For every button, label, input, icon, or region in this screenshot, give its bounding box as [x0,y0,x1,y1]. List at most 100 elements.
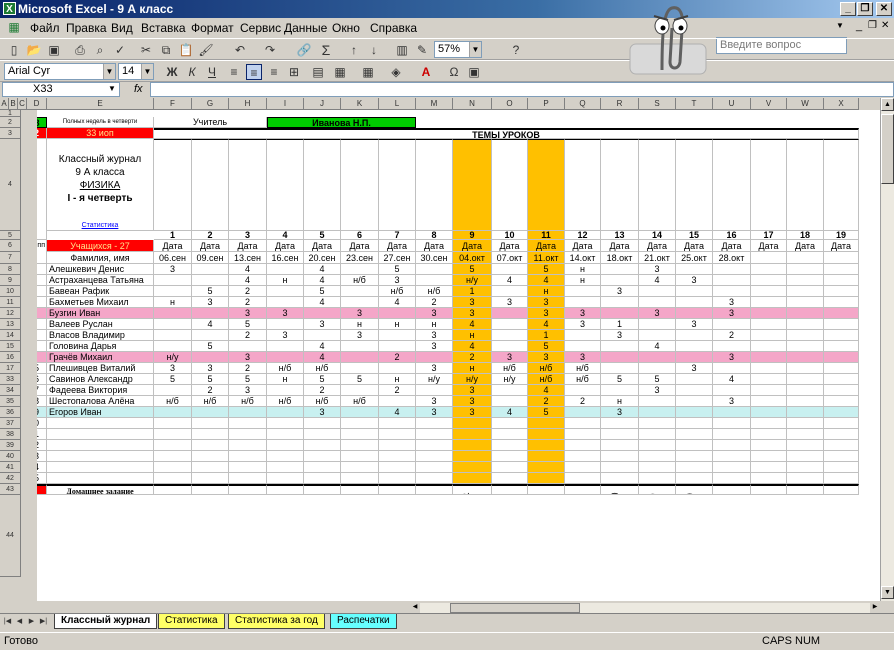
sheet-area[interactable]: 8Полных недель в четвертиУчительИванова … [37,110,880,601]
mark-cell[interactable]: н/б [565,374,601,385]
mark-cell[interactable]: 4 [492,407,528,418]
mark-cell[interactable]: 4 [379,297,416,308]
mark-cell[interactable]: 4 [229,275,267,286]
mark-cell[interactable] [379,363,416,374]
mark-cell[interactable]: н/б [341,396,379,407]
mark-cell[interactable]: 4 [639,275,676,286]
student-name[interactable] [47,473,154,484]
mark-cell[interactable] [676,330,713,341]
mark-cell[interactable] [787,462,824,473]
mark-cell[interactable] [713,319,751,330]
mark-cell[interactable] [154,462,192,473]
mark-cell[interactable]: 3 [453,297,492,308]
mark-cell[interactable]: 4 [453,341,492,352]
mark-cell[interactable] [379,308,416,319]
mark-cell[interactable]: 2 [565,396,601,407]
mark-cell[interactable] [676,297,713,308]
mark-cell[interactable] [787,352,824,363]
help-icon[interactable]: ? [508,42,524,58]
lesson-date[interactable]: 18.окт [601,252,639,264]
mark-cell[interactable]: н/б [341,275,379,286]
mark-cell[interactable] [713,407,751,418]
vertical-scroll-thumb[interactable] [881,114,894,184]
mark-cell[interactable] [154,385,192,396]
currency-icon[interactable]: ▤ [310,64,326,80]
mark-cell[interactable] [267,385,304,396]
row-header-11[interactable]: 11 [0,297,21,308]
mark-cell[interactable] [492,418,528,429]
column-header-D[interactable]: D [27,98,47,110]
mark-cell[interactable] [192,473,229,484]
mark-cell[interactable] [751,473,787,484]
mark-cell[interactable]: 3 [154,363,192,374]
align-center-icon[interactable]: ≡ [246,64,262,80]
font-name-dropdown-icon[interactable]: ▼ [103,64,115,79]
row-header-12[interactable]: 12 [0,308,21,319]
mark-cell[interactable] [824,374,859,385]
date-label[interactable]: Дата [416,240,453,252]
mark-cell[interactable]: н/б [304,363,341,374]
mark-cell[interactable]: 3 [601,407,639,418]
mark-cell[interactable]: 3 [528,352,565,363]
name-label[interactable]: Фамилия, имя [47,252,154,264]
mark-cell[interactable]: 5 [229,319,267,330]
mark-cell[interactable] [416,462,453,473]
mark-cell[interactable] [192,275,229,286]
mark-cell[interactable] [565,418,601,429]
mark-cell[interactable] [267,297,304,308]
mark-cell[interactable] [267,352,304,363]
mark-cell[interactable] [341,297,379,308]
mark-cell[interactable] [824,385,859,396]
homework-cell[interactable] [713,484,751,495]
mark-cell[interactable]: 3 [492,297,528,308]
mark-cell[interactable]: н/у [416,374,453,385]
mark-cell[interactable] [787,297,824,308]
column-header-I[interactable]: I [267,98,304,110]
column-header-R[interactable]: R [601,98,639,110]
homework-cell[interactable]: §11, Упр.11 (1,2) [601,484,639,495]
mark-cell[interactable] [379,451,416,462]
mark-cell[interactable]: н/у [453,275,492,286]
lesson-number[interactable]: 2 [192,231,229,240]
mark-cell[interactable] [267,286,304,297]
lesson-date[interactable]: 13.сен [229,252,267,264]
merge-center-icon[interactable]: ⊞ [286,64,302,80]
student-number[interactable]: 4 [37,297,47,308]
column-header-T[interactable]: T [676,98,713,110]
mark-cell[interactable]: 3 [304,407,341,418]
mark-cell[interactable] [751,451,787,462]
font-size-select[interactable]: 14 ▼ [118,63,154,80]
student-number[interactable]: 35 [37,473,47,484]
mark-cell[interactable]: 5 [304,374,341,385]
scroll-down-icon[interactable]: ▼ [881,586,894,599]
paste-icon[interactable]: 📋 [178,42,194,58]
topic-cell[interactable]: Третий закон Ньютона [676,139,713,231]
mark-cell[interactable] [379,473,416,484]
mark-cell[interactable]: 5 [639,374,676,385]
mark-cell[interactable] [492,330,528,341]
teacher-name[interactable]: Иванова Н.П. [267,117,416,128]
restore-button[interactable]: ❐ [857,2,873,16]
topic-cell[interactable]: Первый закон Ньютона [601,139,639,231]
mark-cell[interactable] [565,297,601,308]
mark-cell[interactable] [751,341,787,352]
mark-cell[interactable] [154,319,192,330]
weeks-count[interactable]: 8 [37,117,47,128]
tab-class-journal[interactable]: Классный журнал [54,614,158,629]
mark-cell[interactable] [492,308,528,319]
column-header-C[interactable]: C [18,98,27,110]
student-name[interactable]: Валеев Руслан [47,319,154,330]
date-label[interactable]: Дата [304,240,341,252]
mark-cell[interactable]: 2 [379,385,416,396]
mark-cell[interactable]: н/б [416,286,453,297]
mark-cell[interactable]: 3 [528,297,565,308]
undo-icon[interactable]: ↶ [232,42,248,58]
mark-cell[interactable] [416,473,453,484]
fill-color-icon[interactable]: ◈ [388,64,404,80]
mark-cell[interactable]: 3 [565,319,601,330]
scroll-right-icon[interactable]: ▶ [870,603,880,613]
mark-cell[interactable] [379,462,416,473]
italic-icon[interactable]: К [184,64,200,80]
mark-cell[interactable] [751,352,787,363]
mark-cell[interactable]: н [416,319,453,330]
